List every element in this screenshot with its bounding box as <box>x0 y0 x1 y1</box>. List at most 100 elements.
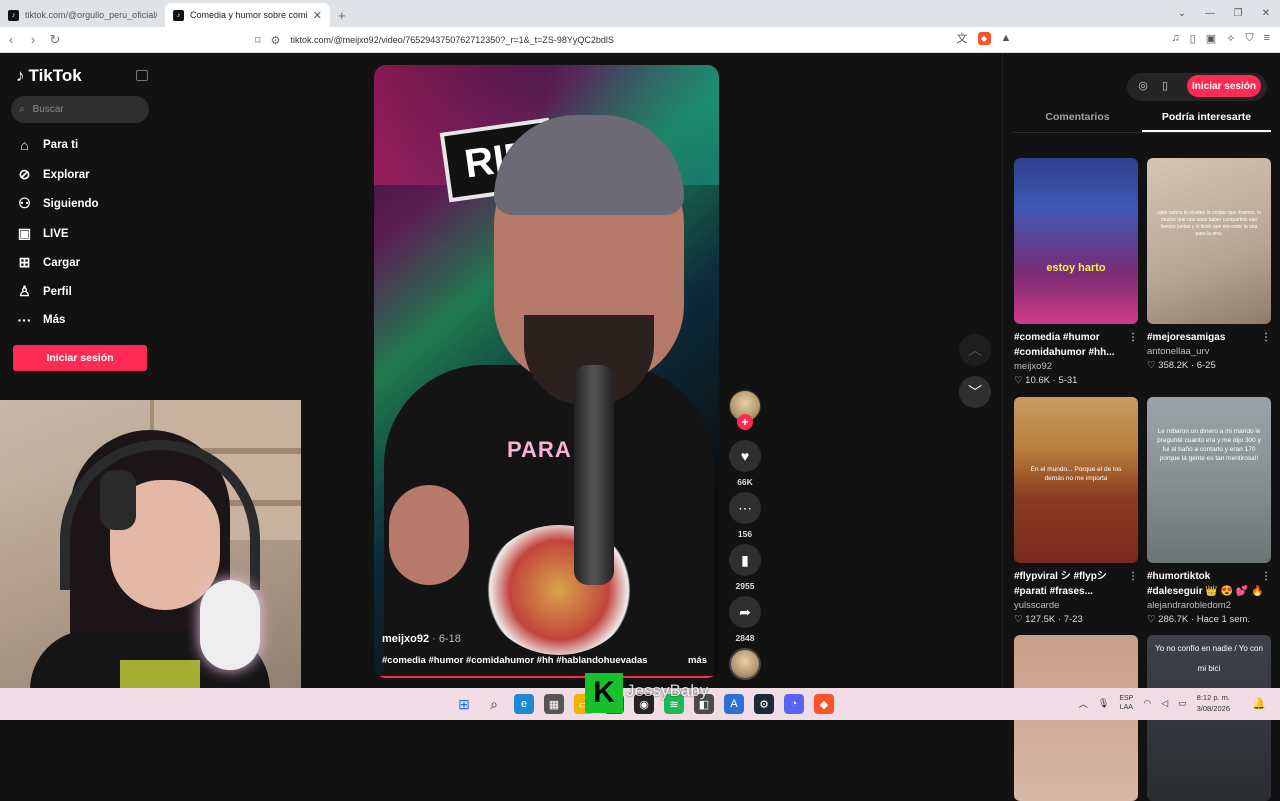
heart-icon: ♥ <box>729 440 761 472</box>
search-input[interactable]: ⌕ Buscar <box>11 96 149 123</box>
app-icon[interactable]: ▦ <box>544 694 564 714</box>
right-panel: ◎ ▯ Iniciar sesión Comentarios Podría in… <box>1002 53 1280 801</box>
steam-icon[interactable]: ⚙ <box>754 694 774 714</box>
signin-button[interactable]: Iniciar sesión <box>1187 75 1261 97</box>
microphone-icon[interactable]: 🎙 <box>1098 698 1109 709</box>
tab-comentarios[interactable]: Comentarios <box>1013 109 1142 132</box>
card-user[interactable]: yulsscarde <box>1014 600 1138 611</box>
like-action[interactable]: ♥ 66K <box>729 440 761 487</box>
close-window-button[interactable]: ✕ <box>1252 8 1280 19</box>
more-options-icon[interactable]: ⋮ <box>1128 569 1138 584</box>
nav-item-mas[interactable]: ··· Más <box>16 312 66 328</box>
search-icon: ⌕ <box>19 104 25 115</box>
video-author[interactable]: meijxo92 · 6-18 <box>382 633 461 645</box>
chevron-up-icon[interactable]: ︿ <box>1079 697 1088 710</box>
save-action[interactable]: ▮ 2955 <box>729 544 761 591</box>
app-store-icon[interactable]: A <box>724 694 744 714</box>
rewards-icon[interactable]: ▲ <box>1001 32 1012 44</box>
clock[interactable]: 8:12 p. m. 3/08/2026 <box>1197 692 1230 714</box>
wifi-icon[interactable]: ◠ <box>1143 698 1151 709</box>
video-thumbnail[interactable]: En el mundo... Porque el de los demás no… <box>1014 397 1138 563</box>
suggested-video-card[interactable]: En el mundo... Porque el de los demás no… <box>1014 397 1138 625</box>
share-action[interactable]: ➦ 2848 <box>729 596 761 643</box>
card-caption: #flypviral シ #flypシ #parati #frases... ⋮ <box>1014 569 1138 597</box>
more-options-icon[interactable]: ⋮ <box>1261 330 1271 345</box>
video-player[interactable]: RID PARA meijxo92 · 6-18 #comedia #humor… <box>374 65 719 678</box>
headset-ear-left <box>100 470 136 530</box>
translate-icon[interactable]: 文 <box>957 30 968 46</box>
url-field[interactable]: ⌑ ⚙ tiktok.com/@meijxo92/video/765294375… <box>255 30 1000 50</box>
more-link[interactable]: más <box>688 655 707 666</box>
card-meta: ♡ 286.7K · Hace 1 sem. <box>1147 614 1251 625</box>
video-thumbnail[interactable]: ojala nunca te olviden lo unidas que éra… <box>1147 158 1271 324</box>
tab-podria-interesarte[interactable]: Podría interesarte <box>1142 109 1271 132</box>
forward-icon[interactable]: › <box>22 32 44 47</box>
sound-disc-avatar[interactable] <box>729 648 761 680</box>
panel-tabs: Comentarios Podría interesarte <box>1013 109 1271 133</box>
more-options-icon[interactable]: ⋮ <box>1128 330 1138 345</box>
login-button[interactable]: Iniciar sesión <box>13 345 147 371</box>
search-icon[interactable]: ⌕ <box>484 694 504 714</box>
suggested-video-card[interactable]: estoy harto #comedia #humor #comidahumor… <box>1014 158 1138 386</box>
nav-item-cargar[interactable]: ⊞ Cargar <box>16 254 80 271</box>
browser-tab-2[interactable]: ♪ Comedia y humor sobre comida ✕ <box>165 3 330 27</box>
brave-icon[interactable]: ◆ <box>814 694 834 714</box>
video-progress-bar[interactable] <box>374 676 719 678</box>
follow-plus-icon[interactable]: + <box>737 414 753 430</box>
more-options-icon[interactable]: ⋮ <box>1261 569 1271 584</box>
streamer-name: JessyBaby <box>626 681 709 700</box>
card-user[interactable]: alejandrarobledom2 <box>1147 600 1271 611</box>
more-icon: ··· <box>17 312 32 328</box>
wallet-icon[interactable]: ▣ <box>1206 32 1216 45</box>
nav-item-live[interactable]: ▣ LIVE <box>16 225 69 242</box>
menu-icon[interactable]: ≡ <box>1264 32 1270 44</box>
windows-start-icon[interactable]: ⊞ <box>454 694 474 714</box>
restore-button[interactable]: ❐ <box>1224 8 1252 19</box>
previous-video-button[interactable]: ︿ <box>959 334 991 366</box>
next-video-button[interactable]: ﹀ <box>959 376 991 408</box>
tab-title: Comedia y humor sobre comida <box>190 10 307 20</box>
language-indicator[interactable]: ESP LAA <box>1119 694 1133 712</box>
bookmark-icon[interactable]: ⌑ <box>255 34 261 47</box>
browser-tab-1[interactable]: ♪ tiktok.com/@orgullo_peru_oficial/vi <box>0 3 165 27</box>
vpn-icon[interactable]: ⛉ <box>1245 32 1253 45</box>
video-thumbnail[interactable]: Le robaron un dinero a mi marido le preg… <box>1147 397 1271 563</box>
card-caption: #humortiktok #daleseguir 👑 😍 💕 🔥 ⋮ <box>1147 569 1271 597</box>
minimize-button[interactable]: — <box>1196 8 1224 19</box>
tiktok-logo[interactable]: ♪ TikTok <box>16 66 82 86</box>
tiktok-sidebar: ♪ TikTok ⌕ Buscar ⌂ Para ti ⊘ Explorar ⚇… <box>0 53 160 400</box>
url-text: tiktok.com/@meijxo92/video/7652943750762… <box>290 35 614 45</box>
new-tab-button[interactable]: + <box>338 3 346 27</box>
nav-item-siguiendo[interactable]: ⚇ Siguiendo <box>16 195 98 212</box>
suggested-video-card[interactable]: Le robaron un dinero a mi marido le preg… <box>1147 397 1271 625</box>
brave-shield-icon[interactable]: ◆ <box>977 31 991 45</box>
coin-icon[interactable]: ◎ <box>1135 79 1151 95</box>
sidebar-icon[interactable]: ▯ <box>1190 32 1196 45</box>
chevron-down-icon[interactable]: ⌄ <box>1168 8 1196 19</box>
tiktok-favicon-icon: ♪ <box>173 9 184 21</box>
share-icon: ➦ <box>729 596 761 628</box>
video-caption[interactable]: #comedia #humor #comidahumor #hh #hablan… <box>382 655 648 666</box>
back-icon[interactable]: ‹ <box>0 32 22 47</box>
nav-item-explorar[interactable]: ⊘ Explorar <box>16 166 90 183</box>
music-icon[interactable]: ♫ <box>1171 32 1179 44</box>
notification-bell-icon[interactable]: 🔔 <box>1252 697 1266 710</box>
discord-icon[interactable]: ◔ <box>784 694 804 714</box>
mobile-icon[interactable]: ▯ <box>1157 79 1173 95</box>
video-thumbnail[interactable]: estoy harto <box>1014 158 1138 324</box>
tab-title: tiktok.com/@orgullo_peru_oficial/vi <box>25 10 157 20</box>
edge-icon[interactable]: e <box>514 694 534 714</box>
card-user[interactable]: meijxo92 <box>1014 361 1138 372</box>
collapse-sidebar-icon[interactable] <box>136 70 148 81</box>
ai-icon[interactable]: ✧ <box>1226 32 1235 45</box>
site-info-icon[interactable]: ⚙ <box>271 34 281 47</box>
reload-icon[interactable]: ↻ <box>44 32 66 48</box>
nav-item-para-ti[interactable]: ⌂ Para ti <box>16 137 78 153</box>
nav-item-perfil[interactable]: ♙ Perfil <box>16 283 72 300</box>
battery-icon[interactable]: ▭ <box>1178 698 1187 709</box>
card-user[interactable]: antonellaa_urv <box>1147 346 1271 357</box>
close-tab-icon[interactable]: ✕ <box>313 9 322 22</box>
comment-action[interactable]: ⋯ 156 <box>729 492 761 539</box>
suggested-video-card[interactable]: ojala nunca te olviden lo unidas que éra… <box>1147 158 1271 371</box>
volume-icon[interactable]: ◁ <box>1161 698 1168 709</box>
